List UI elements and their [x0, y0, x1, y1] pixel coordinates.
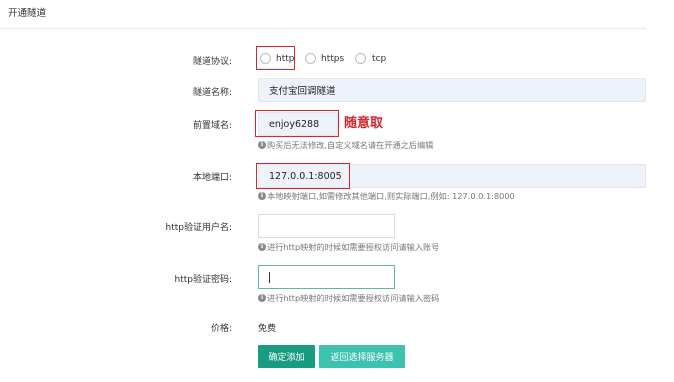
- radio-https-label[interactable]: https: [321, 54, 344, 64]
- back-select-server-button[interactable]: 返回选择服务器: [319, 345, 405, 368]
- price-label: 价格:: [210, 324, 232, 334]
- domain-hint-text: 购买后无法修改,自定义域名请在开通之后编辑: [267, 140, 434, 150]
- radio-http[interactable]: [260, 53, 271, 64]
- info-circle-icon: i: [258, 192, 266, 200]
- http-username-input[interactable]: [258, 214, 395, 238]
- port-highlight-box: [256, 163, 350, 189]
- http-password-input[interactable]: [258, 265, 395, 289]
- tunnel-name-label: 隧道名称:: [192, 88, 232, 98]
- tunnel-name-input[interactable]: 支付宝回调隧道: [258, 78, 646, 102]
- radio-http-label[interactable]: http: [276, 54, 294, 64]
- radio-tcp-label[interactable]: tcp: [372, 54, 386, 64]
- info-circle-icon: i: [258, 294, 266, 302]
- tunnel-name-value: 支付宝回调隧道: [269, 86, 336, 97]
- http-username-label: http验证用户名:: [165, 223, 232, 233]
- http-username-hint-text: 进行http映射的时候如需要授权访问请输入账号: [267, 242, 440, 252]
- info-circle-icon: i: [258, 243, 266, 251]
- port-hint: i 本地映射端口,如需修改其他端口,则实际端口,例如: 127.0.0.1:80…: [258, 190, 515, 202]
- domain-annotation: 随意取: [344, 116, 384, 131]
- http-password-hint: i 进行http映射的时候如需要授权访问请输入密码: [258, 292, 439, 304]
- confirm-add-button[interactable]: 确定添加: [258, 345, 315, 368]
- http-password-hint-text: 进行http映射的时候如需要授权访问请输入密码: [267, 293, 440, 303]
- radio-https[interactable]: [305, 53, 316, 64]
- header-divider: [0, 28, 646, 29]
- port-label: 本地端口:: [192, 173, 232, 183]
- price-value: 免费: [258, 324, 277, 334]
- page-title: 开通隧道: [8, 8, 47, 19]
- text-cursor: [269, 271, 270, 283]
- protocol-label: 隧道协议:: [192, 57, 232, 67]
- domain-highlight-box: [255, 110, 339, 137]
- domain-label: 前置域名:: [192, 121, 232, 131]
- domain-hint: i 购买后无法修改,自定义域名请在开通之后编辑: [258, 139, 433, 151]
- radio-tcp[interactable]: [355, 53, 366, 64]
- info-circle-icon: i: [258, 141, 266, 149]
- port-hint-text: 本地映射端口,如需修改其他端口,则实际端口,例如: 127.0.0.1:8000: [267, 191, 515, 201]
- http-username-hint: i 进行http映射的时候如需要授权访问请输入账号: [258, 241, 439, 253]
- http-password-label: http验证密码:: [174, 275, 232, 285]
